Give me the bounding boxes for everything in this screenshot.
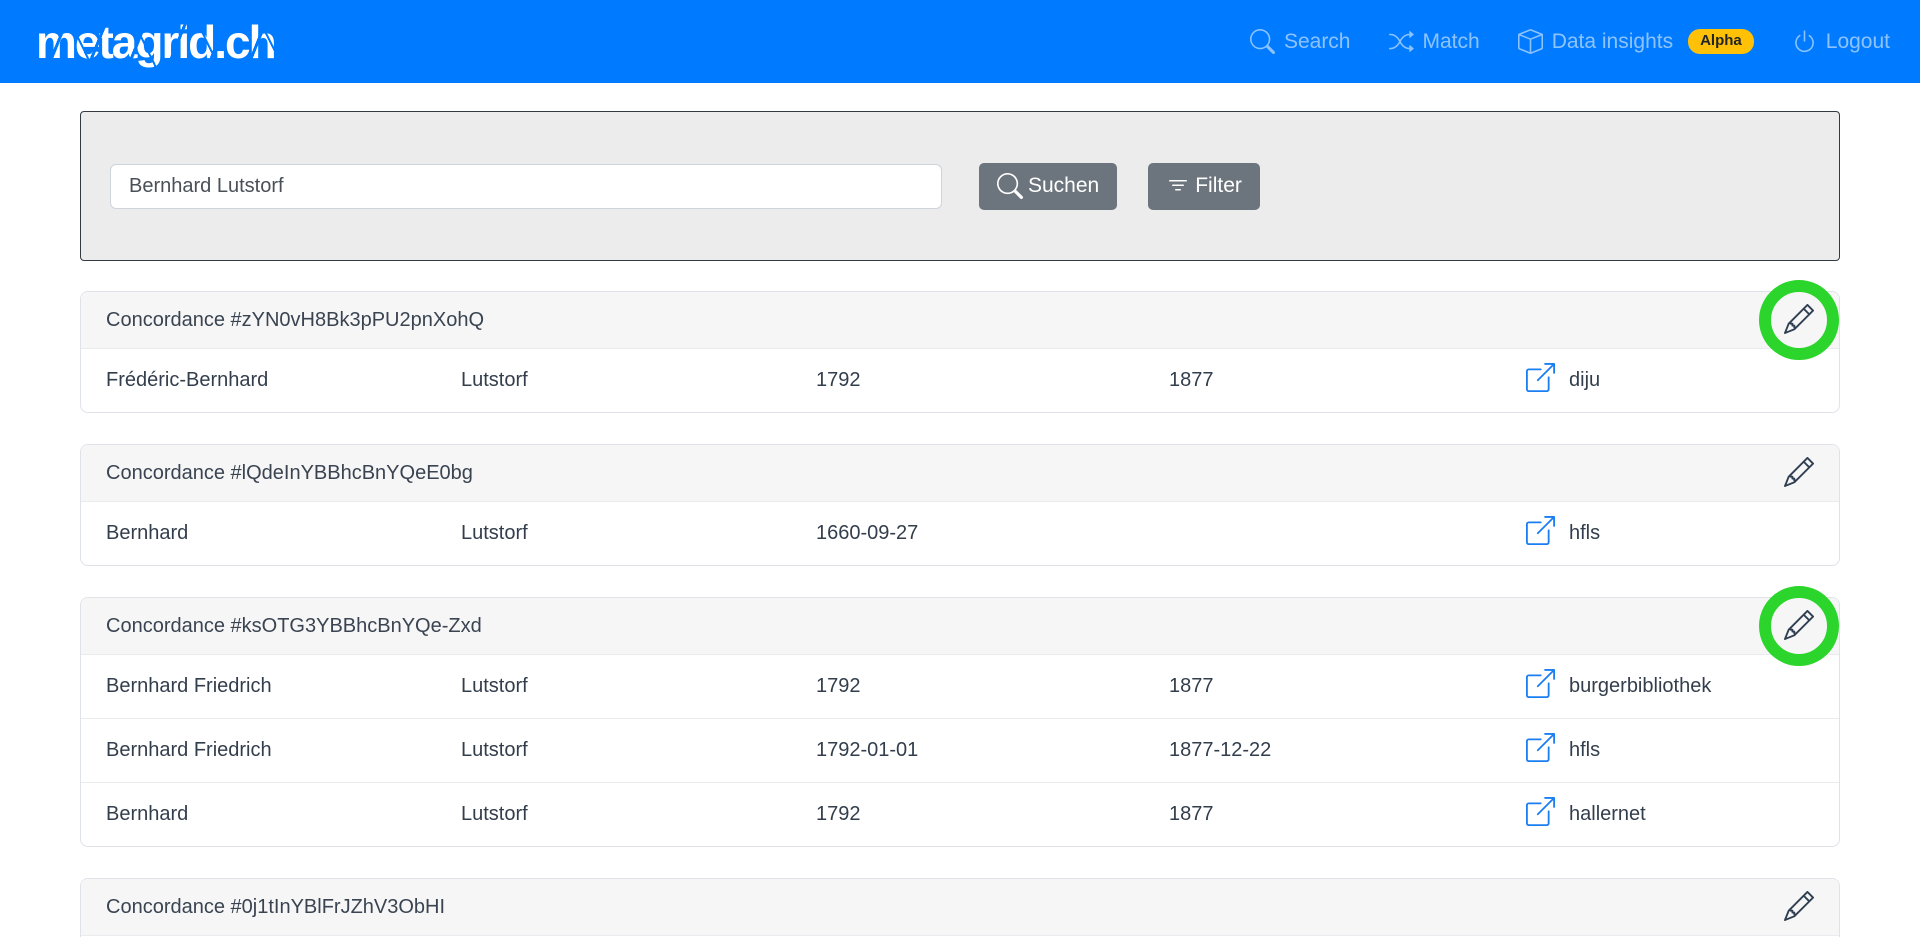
external-link-icon bbox=[1526, 733, 1555, 768]
concordance-card-header: Concordance #zYN0vH8Bk3pPU2pnXohQ bbox=[81, 292, 1839, 348]
nav-item-data-insights[interactable]: Data insights Alpha bbox=[1518, 29, 1754, 54]
death-date-cell: 1877 bbox=[1169, 675, 1526, 698]
concordance-row: Bernhard Friedrich Lutstorf 1792 1877 bu… bbox=[81, 654, 1839, 718]
search-button[interactable]: Suchen bbox=[979, 163, 1117, 210]
alpha-badge: Alpha bbox=[1688, 29, 1754, 54]
concordance-row: Bernhard Lutstorf 1660-09-27 hfls bbox=[81, 501, 1839, 565]
last-name-cell: Lutstorf bbox=[461, 675, 816, 698]
search-input[interactable] bbox=[110, 164, 942, 209]
first-name-cell: Bernhard Friedrich bbox=[106, 739, 461, 762]
search-icon bbox=[997, 173, 1023, 199]
top-navbar: metagrid.ch Search Match Data insights A… bbox=[0, 0, 1920, 83]
concordance-row: Bernhard Friedrich Lutstorf 1792-01-01 1… bbox=[81, 718, 1839, 782]
provider-name: burgerbibliothek bbox=[1569, 675, 1711, 698]
cube-icon bbox=[1518, 29, 1543, 54]
edit-wrap bbox=[1784, 457, 1814, 490]
edit-wrap bbox=[1784, 610, 1814, 643]
nav-item-label: Data insights bbox=[1552, 30, 1673, 54]
provider-link[interactable]: hfls bbox=[1526, 733, 1814, 768]
edit-concordance-button[interactable] bbox=[1784, 457, 1814, 490]
nav-item-label: Match bbox=[1423, 30, 1480, 54]
birth-date-cell: 1792 bbox=[816, 369, 1169, 392]
birth-date-cell: 1660-09-27 bbox=[816, 522, 1169, 545]
death-date-cell: 1877-12-22 bbox=[1169, 739, 1526, 762]
last-name-cell: Lutstorf bbox=[461, 522, 816, 545]
edit-wrap bbox=[1784, 891, 1814, 924]
main-content: Suchen Filter Concordance #zYN0vH8Bk3pPU… bbox=[80, 111, 1840, 937]
last-name-cell: Lutstorf bbox=[461, 803, 816, 826]
first-name-cell: Bernhard Friedrich bbox=[106, 675, 461, 698]
concordance-card: Concordance #zYN0vH8Bk3pPU2pnXohQ Frédér… bbox=[80, 291, 1840, 413]
provider-link[interactable]: burgerbibliothek bbox=[1526, 669, 1814, 704]
first-name-cell: Frédéric-Bernhard bbox=[106, 369, 461, 392]
last-name-cell: Lutstorf bbox=[461, 739, 816, 762]
concordance-card-header: Concordance #0j1tInYBlFrJZhV3ObHI bbox=[81, 879, 1839, 935]
concordance-title: Concordance #zYN0vH8Bk3pPU2pnXohQ bbox=[106, 309, 484, 332]
nav-item-label: Logout bbox=[1826, 30, 1890, 54]
search-panel: Suchen Filter bbox=[80, 111, 1840, 261]
concordance-list: Concordance #zYN0vH8Bk3pPU2pnXohQ Frédér… bbox=[80, 291, 1840, 937]
nav-links: Search Match Data insights Alpha Logout bbox=[1250, 29, 1890, 54]
pencil-icon bbox=[1784, 891, 1814, 924]
birth-date-cell: 1792 bbox=[816, 803, 1169, 826]
external-link-icon bbox=[1526, 516, 1555, 551]
first-name-cell: Bernhard bbox=[106, 522, 461, 545]
provider-name: hfls bbox=[1569, 522, 1600, 545]
external-link-icon bbox=[1526, 669, 1555, 704]
shuffle-icon bbox=[1389, 29, 1414, 54]
provider-name: diju bbox=[1569, 369, 1600, 392]
nav-item-search[interactable]: Search bbox=[1250, 29, 1351, 54]
filter-icon bbox=[1166, 174, 1190, 198]
search-icon bbox=[1250, 29, 1275, 54]
edit-concordance-button[interactable] bbox=[1784, 304, 1814, 337]
concordance-card: Concordance #lQdeInYBBhcBnYQeE0bg Bernha… bbox=[80, 444, 1840, 566]
concordance-card-header: Concordance #lQdeInYBBhcBnYQeE0bg bbox=[81, 445, 1839, 501]
nav-item-label: Search bbox=[1284, 30, 1351, 54]
filter-button-label: Filter bbox=[1195, 174, 1242, 198]
edit-concordance-button[interactable] bbox=[1784, 610, 1814, 643]
last-name-cell: Lutstorf bbox=[461, 369, 816, 392]
concordance-card: Concordance #ksOTG3YBBhcBnYQe-Zxd Bernha… bbox=[80, 597, 1840, 847]
edit-concordance-button[interactable] bbox=[1784, 891, 1814, 924]
nav-item-match[interactable]: Match bbox=[1389, 29, 1480, 54]
provider-link[interactable]: hallernet bbox=[1526, 797, 1814, 832]
concordance-title: Concordance #ksOTG3YBBhcBnYQe-Zxd bbox=[106, 615, 482, 638]
search-button-label: Suchen bbox=[1028, 174, 1099, 198]
external-link-icon bbox=[1526, 363, 1555, 398]
provider-link[interactable]: hfls bbox=[1526, 516, 1814, 551]
concordance-title: Concordance #lQdeInYBBhcBnYQeE0bg bbox=[106, 462, 473, 485]
concordance-title: Concordance #0j1tInYBlFrJZhV3ObHI bbox=[106, 896, 445, 919]
provider-link[interactable]: diju bbox=[1526, 363, 1814, 398]
birth-date-cell: 1792 bbox=[816, 675, 1169, 698]
provider-name: hfls bbox=[1569, 739, 1600, 762]
pencil-icon bbox=[1784, 610, 1814, 643]
death-date-cell: 1877 bbox=[1169, 369, 1526, 392]
provider-name: hallernet bbox=[1569, 803, 1646, 826]
concordance-row: Frédéric-Bernhard Lutstorf 1792 1877 dij… bbox=[81, 348, 1839, 412]
pencil-icon bbox=[1784, 304, 1814, 337]
death-date-cell: 1877 bbox=[1169, 803, 1526, 826]
concordance-row: Bernhard Lutstorf 1792 1877 hallernet bbox=[81, 782, 1839, 846]
external-link-icon bbox=[1526, 797, 1555, 832]
birth-date-cell: 1792-01-01 bbox=[816, 739, 1169, 762]
concordance-card-header: Concordance #ksOTG3YBBhcBnYQe-Zxd bbox=[81, 598, 1839, 654]
edit-wrap bbox=[1784, 304, 1814, 337]
concordance-card: Concordance #0j1tInYBlFrJZhV3ObHI bbox=[80, 878, 1840, 937]
filter-button[interactable]: Filter bbox=[1148, 163, 1260, 210]
first-name-cell: Bernhard bbox=[106, 803, 461, 826]
pencil-icon bbox=[1784, 457, 1814, 490]
nav-item-logout[interactable]: Logout bbox=[1792, 29, 1890, 54]
power-icon bbox=[1792, 29, 1817, 54]
brand-logo[interactable]: metagrid.ch bbox=[30, 17, 281, 67]
